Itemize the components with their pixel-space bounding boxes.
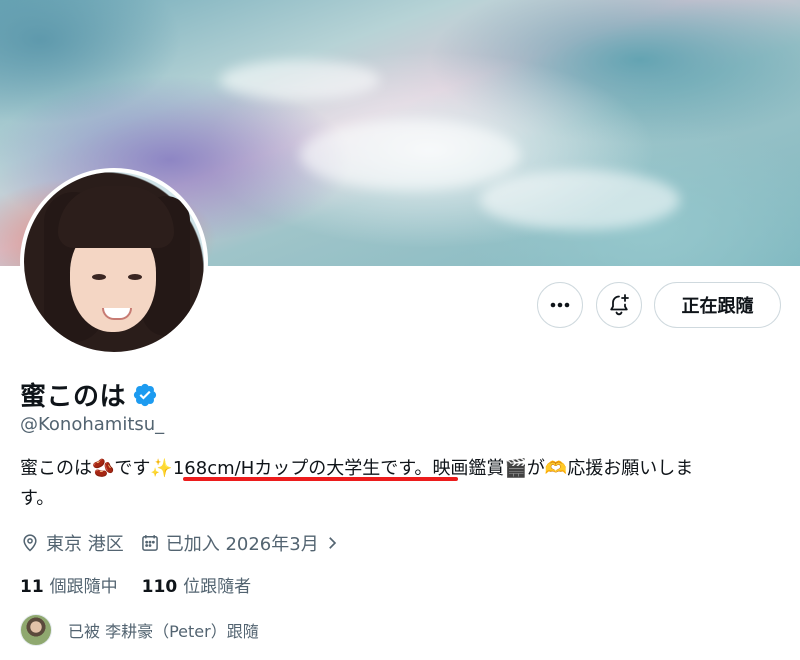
followers-count-link[interactable]: 110 位跟隨者 xyxy=(142,572,252,597)
follow-counts: 11 個跟隨中 110 位跟隨者 xyxy=(20,572,275,597)
bio-text: です xyxy=(114,458,151,479)
profile-avatar[interactable] xyxy=(20,168,208,356)
bell-plus-icon xyxy=(610,294,629,316)
calendar-icon xyxy=(141,535,158,551)
profile-name-row: 蜜このは xyxy=(20,376,158,413)
bean-emoji-icon: 🫘 xyxy=(92,458,115,479)
red-underline-annotation xyxy=(183,477,458,481)
bio-text: 映画鑑賞 xyxy=(432,458,505,479)
avatar-image xyxy=(24,172,204,352)
followers-count: 110 xyxy=(141,577,178,597)
profile-meta: 東京 港区 已加入 2026年3月 xyxy=(20,530,363,556)
following-count: 11 xyxy=(20,577,44,597)
bio-highlight-text: 168cm/Hカップの大学生です。 xyxy=(172,458,433,479)
bio-text: 蜜このは xyxy=(20,458,92,479)
bio-text: す。 xyxy=(20,488,55,509)
display-name: 蜜このは xyxy=(20,382,127,412)
more-options-button[interactable] xyxy=(537,282,583,328)
chevron-right-icon xyxy=(328,537,336,549)
sparkles-emoji-icon: ✨ xyxy=(150,458,173,479)
follower-avatar xyxy=(20,614,52,646)
profile-bio: 蜜このは🫘です✨168cm/Hカップの大学生です。映画鑑賞🎬が🫶応援お願いしま … xyxy=(20,454,780,514)
notifications-button[interactable] xyxy=(596,282,642,328)
user-handle: @Konohamitsu_ xyxy=(20,414,165,435)
avatar-hair xyxy=(58,186,174,248)
location: 東京 港区 xyxy=(20,530,124,556)
clapper-emoji-icon: 🎬 xyxy=(504,458,527,479)
location-text: 東京 港区 xyxy=(46,534,124,555)
following-button-label: 正在跟隨 xyxy=(681,296,754,317)
location-pin-icon xyxy=(23,534,37,552)
heart-hands-emoji-icon: 🫶 xyxy=(544,458,568,479)
followers-label: 位跟隨者 xyxy=(183,577,252,597)
followed-by-text: 已被 李耕豪（Peter）跟隨 xyxy=(68,622,259,641)
followed-by-link[interactable]: 已被 李耕豪（Peter）跟隨 xyxy=(20,614,259,646)
joined-date-link[interactable]: 已加入 2026年3月 xyxy=(140,530,347,556)
banner-foam xyxy=(220,60,380,100)
following-button[interactable]: 正在跟隨 xyxy=(654,282,781,328)
bio-text: が xyxy=(526,458,545,479)
joined-text: 已加入 2026年3月 xyxy=(165,534,319,555)
banner-foam xyxy=(300,120,520,190)
avatar-eye xyxy=(92,274,106,280)
following-count-link[interactable]: 11 個跟隨中 xyxy=(20,572,118,597)
following-label: 個跟隨中 xyxy=(49,577,118,597)
banner-foam xyxy=(480,170,680,230)
verified-badge-icon[interactable] xyxy=(132,382,158,408)
bio-text: 応援お願いしま xyxy=(567,458,694,479)
avatar-eye xyxy=(128,274,142,280)
more-icon xyxy=(550,302,570,308)
